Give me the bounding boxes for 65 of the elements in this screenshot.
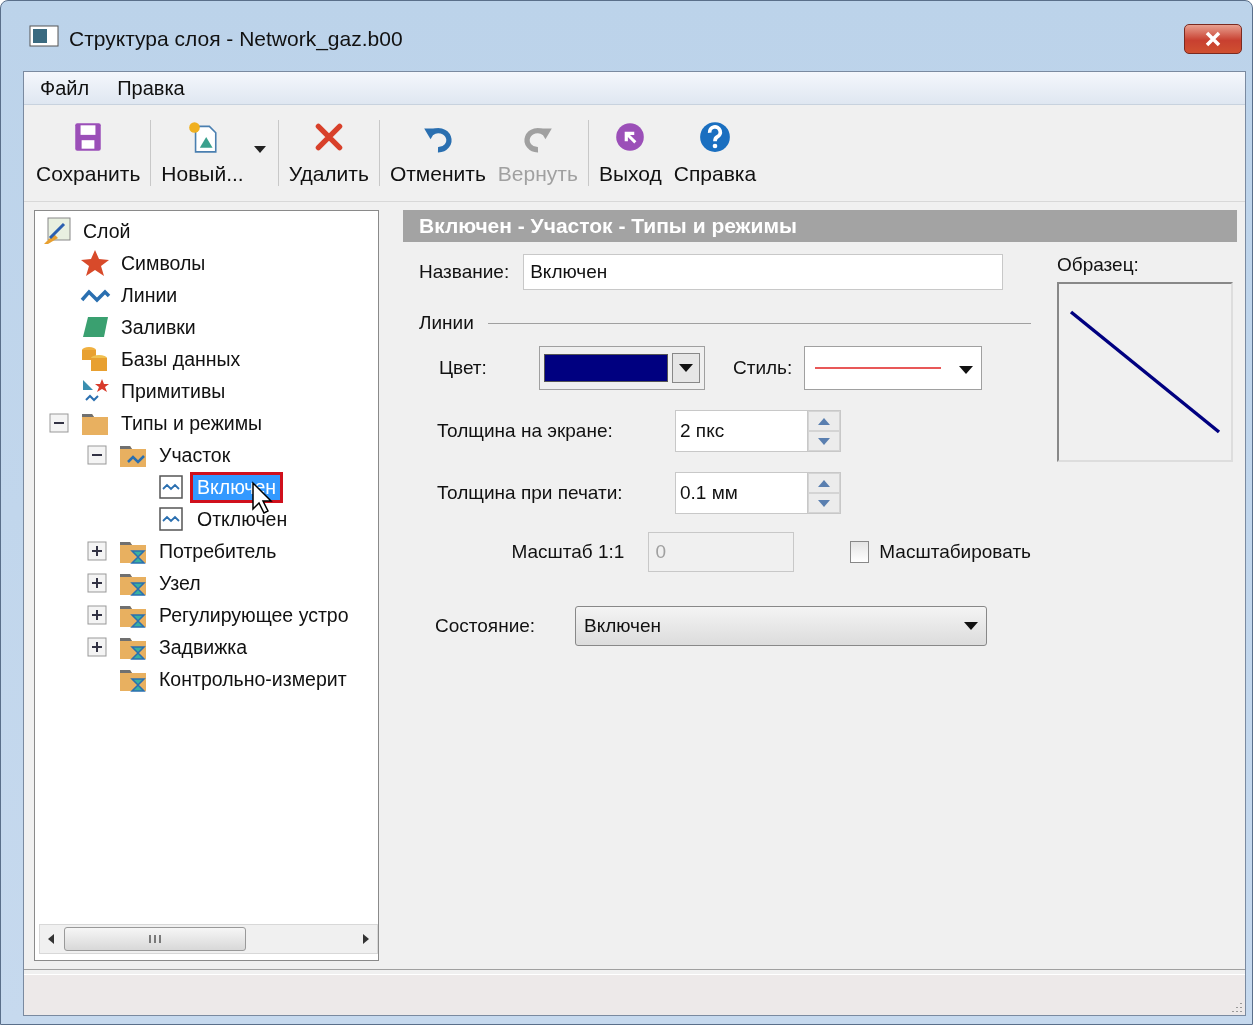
line-style-dropdown[interactable] bbox=[804, 346, 983, 390]
spin-up-icon[interactable] bbox=[818, 417, 830, 425]
toolbar-button[interactable]: Отменить bbox=[383, 112, 492, 194]
window-title: Структура слоя - Network_gaz.b00 bbox=[69, 26, 404, 51]
sample-label: Образец: bbox=[1057, 254, 1140, 276]
toolbar-button[interactable]: Удалить bbox=[282, 112, 375, 194]
field-label: Толщина при печати: bbox=[437, 482, 624, 504]
help-icon bbox=[697, 120, 732, 154]
tree-item[interactable]: Отключен bbox=[193, 506, 292, 532]
menu-item[interactable]: Файл bbox=[40, 76, 90, 100]
tree-item[interactable]: Контрольно-измерит bbox=[155, 666, 351, 692]
checkbox-label: Масштабировать bbox=[879, 541, 1031, 563]
collapse-icon[interactable] bbox=[87, 445, 107, 465]
tree-item[interactable]: Линии bbox=[117, 282, 182, 308]
tree-item[interactable]: Участок bbox=[155, 442, 235, 468]
tree-item[interactable]: Примитивы bbox=[117, 378, 230, 404]
dropdown-arrow-icon bbox=[964, 622, 978, 630]
tree-item[interactable]: Регулирующее устро bbox=[155, 602, 353, 628]
checkbox[interactable] bbox=[849, 541, 870, 563]
name-field[interactable]: Включен bbox=[523, 254, 1004, 290]
field-label: Толщина на экране: bbox=[437, 420, 614, 442]
color-picker[interactable] bbox=[539, 346, 705, 390]
dropdown-arrow-icon bbox=[959, 366, 974, 374]
expand-icon[interactable] bbox=[87, 637, 107, 657]
spin-down-icon[interactable] bbox=[818, 499, 830, 507]
close-button[interactable] bbox=[1184, 24, 1242, 54]
resize-grip-icon[interactable] bbox=[1231, 1001, 1243, 1013]
menu-item[interactable]: Правка bbox=[117, 76, 185, 100]
expand-icon[interactable] bbox=[87, 541, 107, 561]
expand-icon[interactable] bbox=[87, 573, 107, 593]
caret-icon bbox=[253, 146, 266, 153]
spinner-field[interactable]: 0.1 мм bbox=[675, 472, 841, 514]
expand-icon[interactable] bbox=[87, 605, 107, 625]
tree-item[interactable]: Слой bbox=[79, 218, 135, 244]
tree-item[interactable]: Базы данных bbox=[117, 346, 245, 372]
field-label: Цвет: bbox=[439, 357, 488, 379]
spin-up-icon[interactable] bbox=[818, 479, 830, 487]
scroll-thumb[interactable] bbox=[64, 927, 246, 951]
tree-item[interactable]: Типы и режимы bbox=[117, 410, 267, 436]
dropdown-arrow-icon bbox=[679, 364, 693, 372]
field-label: Название: bbox=[419, 261, 510, 283]
section-heading: Включен - Участок - Типы и режимы bbox=[403, 210, 1237, 242]
collapse-icon[interactable] bbox=[49, 413, 69, 433]
tree-item[interactable]: Задвижка bbox=[155, 634, 252, 660]
tree-item[interactable]: Символы bbox=[117, 250, 210, 276]
group-label: Линии bbox=[419, 312, 474, 334]
tree-item[interactable]: Заливки bbox=[117, 314, 200, 340]
window-icon bbox=[29, 25, 59, 47]
tree-item[interactable]: Узел bbox=[155, 570, 205, 596]
toolbar-button[interactable]: Выход bbox=[592, 112, 668, 194]
grip-icon bbox=[147, 934, 163, 944]
line-style-icon bbox=[813, 365, 944, 371]
toolbar-button[interactable]: Сохранить bbox=[30, 112, 147, 194]
field-label: Масштаб 1:1 bbox=[510, 541, 625, 563]
close-icon bbox=[1204, 31, 1222, 47]
state-dropdown[interactable]: Включен bbox=[575, 606, 987, 646]
field-label: Стиль: bbox=[733, 357, 793, 379]
toolbar-button[interactable]: Справка bbox=[667, 112, 763, 194]
spin-down-icon[interactable] bbox=[818, 437, 830, 445]
tree-item[interactable]: Потребитель bbox=[155, 538, 281, 564]
toolbar-button[interactable]: Новый... bbox=[155, 112, 274, 194]
star-icon bbox=[79, 248, 111, 278]
horizontal-scrollbar[interactable] bbox=[39, 924, 378, 954]
spinner-field[interactable]: 2 пкс bbox=[675, 410, 841, 452]
field-label: Состояние: bbox=[435, 615, 537, 637]
